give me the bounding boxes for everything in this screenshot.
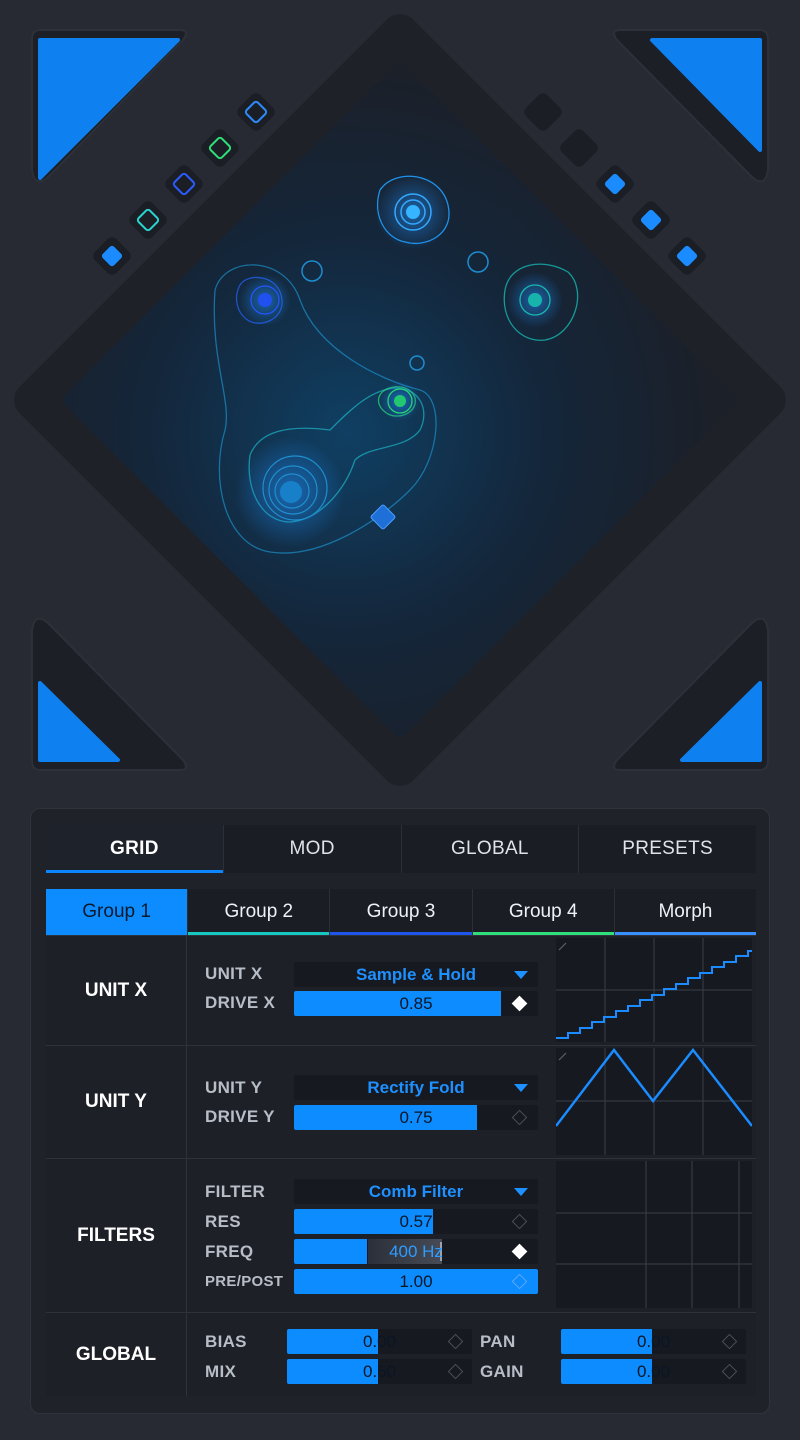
tab-group-4[interactable]: Group 4 <box>472 889 615 935</box>
step-button-10[interactable] <box>666 235 708 277</box>
filter-response-graph <box>556 1161 752 1308</box>
group-tab-bar: Group 1 Group 2 Group 3 Group 4 Morph <box>46 889 757 935</box>
drive-x-label: DRIVE X <box>205 993 276 1012</box>
tab-group-1-label: Group 1 <box>82 901 151 922</box>
step-button-8[interactable] <box>594 163 636 205</box>
filters-row: FILTERS FILTER Comb Filter RES 0.57 FREQ… <box>46 1158 756 1312</box>
corner-bottom-right[interactable] <box>613 617 769 771</box>
node-group-3[interactable] <box>507 272 563 328</box>
drive-y-slider[interactable]: 0.75 <box>294 1105 538 1130</box>
gain-value: 0.00 <box>636 1361 671 1381</box>
filter-type-value: Comb Filter <box>368 1181 464 1201</box>
tab-group-3[interactable]: Group 3 <box>330 889 473 935</box>
global-row: GLOBAL BIAS 0.00 MIX 0.50 PAN 0.00 GAIN … <box>46 1312 756 1396</box>
mix-value: 0.50 <box>362 1361 397 1381</box>
res-value: 0.57 <box>399 1211 433 1231</box>
step-button-4[interactable] <box>127 199 169 241</box>
pan-value: 0.00 <box>636 1331 671 1351</box>
unit-x-heading: UNIT X <box>46 936 187 1045</box>
node-group-5[interactable] <box>380 381 420 421</box>
bias-slider[interactable]: 0.00 <box>287 1329 472 1354</box>
tab-morph-label: Morph <box>658 901 713 922</box>
drive-y-label: DRIVE Y <box>205 1107 275 1126</box>
tab-group-2-label: Group 2 <box>224 901 294 922</box>
gain-slider[interactable]: 0.00 <box>561 1359 746 1384</box>
step-button-1[interactable] <box>235 91 277 133</box>
mix-slider[interactable]: 0.50 <box>287 1359 472 1384</box>
tab-grid[interactable]: GRID <box>46 825 224 873</box>
unit-x-curve-graph <box>556 938 752 1042</box>
tab-group-4-label: Group 4 <box>508 901 578 922</box>
res-label: RES <box>205 1212 241 1231</box>
step-button-2[interactable] <box>199 127 241 169</box>
chevron-down-icon <box>514 971 528 979</box>
unit-x-type-dropdown[interactable]: Sample & Hold <box>294 962 538 987</box>
res-slider[interactable]: 0.57 <box>294 1209 538 1234</box>
prepost-label: PRE/POST <box>205 1273 284 1290</box>
filter-type-label: FILTER <box>205 1182 266 1201</box>
unit-x-row: UNIT X UNIT X Sample & Hold DRIVE X 0.85 <box>46 935 756 1045</box>
step-button-3[interactable] <box>163 163 205 205</box>
corner-top-left[interactable] <box>31 29 187 183</box>
tab-mod[interactable]: MOD <box>224 825 402 873</box>
tab-global[interactable]: GLOBAL <box>402 825 580 873</box>
filters-heading: FILTERS <box>46 1159 187 1312</box>
pan-label: PAN <box>480 1332 516 1351</box>
node-group-4[interactable] <box>239 274 291 326</box>
step-button-6[interactable] <box>522 91 564 133</box>
freq-label: FREQ <box>205 1242 254 1261</box>
pan-slider[interactable]: 0.00 <box>561 1329 746 1354</box>
step-button-9[interactable] <box>630 199 672 241</box>
step-button-7[interactable] <box>558 127 600 169</box>
corner-bottom-left[interactable] <box>31 617 187 771</box>
freq-value: 400 Hz <box>389 1241 443 1261</box>
unit-y-type-dropdown[interactable]: Rectify Fold <box>294 1075 538 1100</box>
chevron-down-icon <box>514 1084 528 1092</box>
tab-morph[interactable]: Morph <box>614 889 757 935</box>
tab-group-3-label: Group 3 <box>366 901 436 922</box>
prepost-value: 1.00 <box>399 1271 433 1291</box>
unit-y-row: UNIT Y UNIT Y Rectify Fold DRIVE Y 0.75 <box>46 1045 756 1158</box>
drive-x-slider[interactable]: 0.85 <box>294 991 538 1016</box>
drive-y-value: 0.75 <box>399 1107 433 1127</box>
freq-slider[interactable]: 400 Hz <box>294 1239 538 1264</box>
unit-x-type-label: UNIT X <box>205 964 263 983</box>
node-group-1[interactable] <box>235 437 345 547</box>
prepost-slider[interactable]: 1.00 <box>294 1269 538 1294</box>
chevron-down-icon <box>514 1188 528 1196</box>
tab-group-2[interactable]: Group 2 <box>188 889 331 935</box>
unit-y-curve-graph <box>555 1047 753 1155</box>
gain-label: GAIN <box>480 1362 524 1381</box>
unit-y-type-label: UNIT Y <box>205 1078 263 1097</box>
filter-type-dropdown[interactable]: Comb Filter <box>294 1179 538 1204</box>
mix-label: MIX <box>205 1362 237 1381</box>
unit-x-type-value: Sample & Hold <box>356 964 476 984</box>
corner-top-right[interactable] <box>613 29 769 183</box>
bias-value: 0.00 <box>362 1331 397 1351</box>
unit-y-heading: UNIT Y <box>46 1046 187 1158</box>
bias-label: BIAS <box>205 1332 247 1351</box>
xy-pad-area <box>0 0 800 800</box>
step-button-5[interactable] <box>91 235 133 277</box>
tab-group-1[interactable]: Group 1 <box>46 889 189 935</box>
main-tab-bar: GRID MOD GLOBAL PRESETS <box>46 825 756 873</box>
control-panel: GRID MOD GLOBAL PRESETS Group 1 Group 2 … <box>30 808 770 1414</box>
drive-x-value: 0.85 <box>399 993 433 1013</box>
node-group-2[interactable] <box>375 174 451 250</box>
global-heading: GLOBAL <box>46 1313 187 1396</box>
unit-y-type-value: Rectify Fold <box>367 1077 465 1097</box>
tab-presets[interactable]: PRESETS <box>579 825 756 873</box>
